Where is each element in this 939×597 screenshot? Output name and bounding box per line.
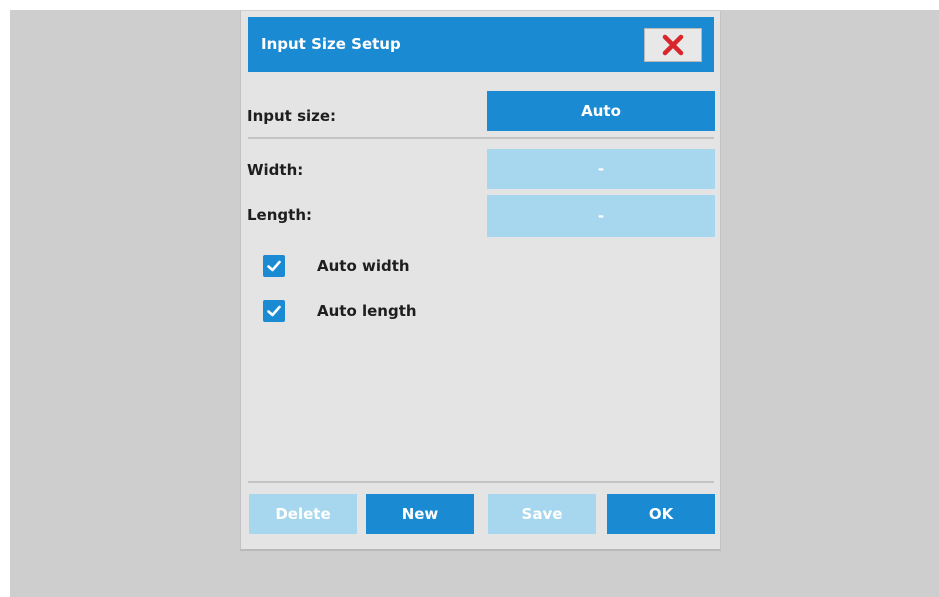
ok-button[interactable]: OK: [607, 494, 715, 534]
input-size-selector[interactable]: Auto: [487, 91, 715, 131]
auto-width-option[interactable]: Auto width: [263, 255, 410, 277]
delete-button[interactable]: Delete: [249, 494, 357, 534]
new-button[interactable]: New: [366, 494, 474, 534]
width-field[interactable]: -: [487, 149, 715, 189]
width-label: Width:: [247, 161, 304, 179]
input-size-setup-dialog: Input Size Setup Input size: Auto Width:…: [240, 11, 721, 551]
auto-length-checkbox[interactable]: [263, 300, 285, 322]
auto-length-option[interactable]: Auto length: [263, 300, 417, 322]
auto-width-label: Auto width: [317, 257, 410, 275]
footer-divider: [248, 481, 714, 483]
close-button[interactable]: [644, 28, 702, 62]
length-label: Length:: [247, 206, 312, 224]
auto-length-label: Auto length: [317, 302, 417, 320]
checkmark-icon: [267, 260, 281, 272]
dialog-titlebar: Input Size Setup: [248, 17, 714, 72]
length-field[interactable]: -: [487, 195, 715, 237]
divider: [248, 137, 714, 139]
close-x-icon: [662, 34, 684, 56]
input-size-label: Input size:: [247, 107, 337, 125]
checkmark-icon: [267, 305, 281, 317]
dialog-title: Input Size Setup: [261, 35, 401, 53]
auto-width-checkbox[interactable]: [263, 255, 285, 277]
save-button[interactable]: Save: [488, 494, 596, 534]
